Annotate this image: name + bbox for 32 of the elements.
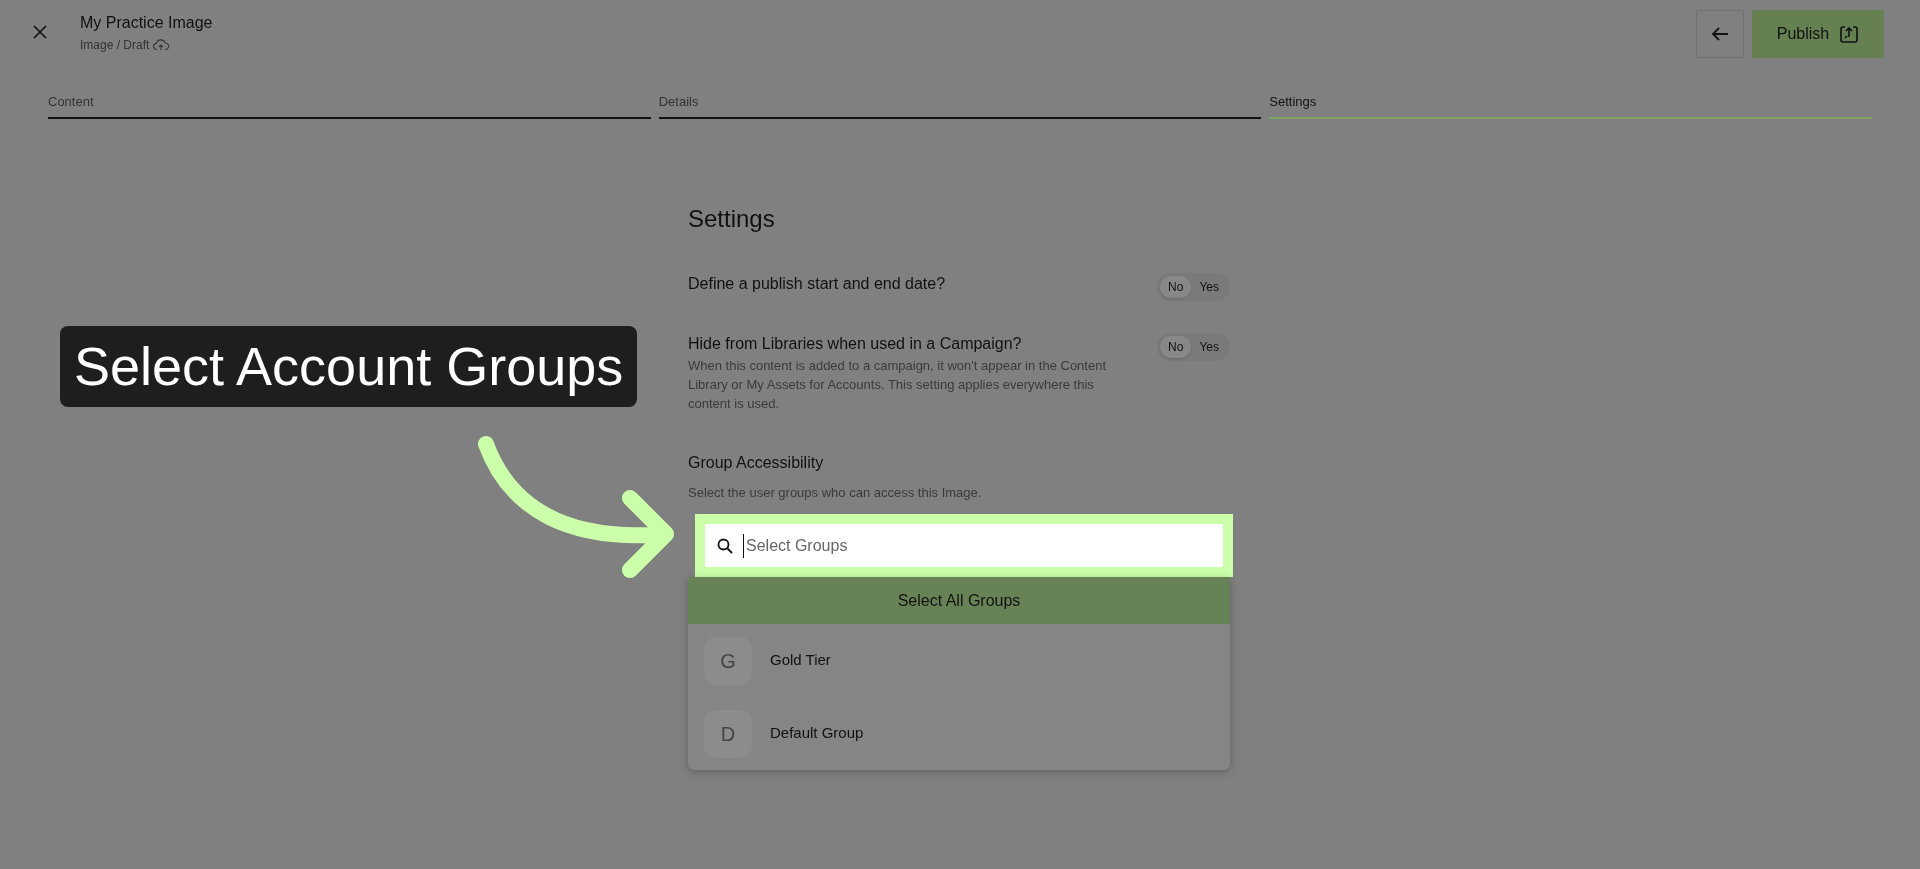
setting-label: Define a publish start and end date?	[688, 273, 947, 294]
cloud-upload-icon	[153, 39, 170, 51]
group-name: Default Group	[770, 723, 864, 744]
share-box-icon	[1839, 24, 1860, 44]
group-avatar: G	[704, 636, 752, 685]
close-icon	[33, 25, 47, 39]
back-button[interactable]	[1696, 10, 1744, 58]
callout-label: Select Account Groups	[60, 326, 638, 407]
section-heading: Settings	[688, 203, 776, 234]
search-icon	[717, 537, 733, 554]
setting-description: When this content is added to a campaign, it won't appear in the Content Library or My Assets for Accounts. This setting applies everywhere this content is used.	[688, 356, 1108, 413]
section-subheading: Group Accessibility	[688, 452, 825, 473]
step-tab[interactable]: Content	[48, 92, 651, 119]
step-tab[interactable]: Settings	[1269, 92, 1872, 119]
toggle-option[interactable]: No	[1160, 335, 1192, 358]
group-name: Gold Tier	[770, 650, 831, 671]
group-option[interactable]: G Gold Tier	[688, 624, 1230, 697]
toggle-option[interactable]: Yes	[1191, 275, 1227, 298]
document-title: My Practice Image	[80, 13, 213, 33]
setting-label: Hide from Libraries when used in a Campaign?	[688, 333, 1023, 354]
help-text: Select the user groups who can access this Image.	[688, 483, 983, 502]
back-arrow-icon	[1711, 26, 1729, 42]
toggle-option[interactable]: No	[1160, 275, 1192, 298]
publish-button[interactable]: Publish	[1752, 10, 1884, 58]
step-tab[interactable]: Details	[658, 92, 1262, 119]
search-field[interactable]: Select Groups	[705, 524, 1223, 567]
group-option[interactable]: D Default Group	[688, 697, 1230, 770]
breadcrumb: Image / Draft	[80, 37, 150, 54]
select-all-button[interactable]: Select All Groups	[688, 577, 1230, 624]
group-avatar: D	[704, 709, 752, 758]
search-input[interactable]: Select Groups	[743, 533, 1211, 558]
toggle-option[interactable]: Yes	[1191, 335, 1227, 358]
